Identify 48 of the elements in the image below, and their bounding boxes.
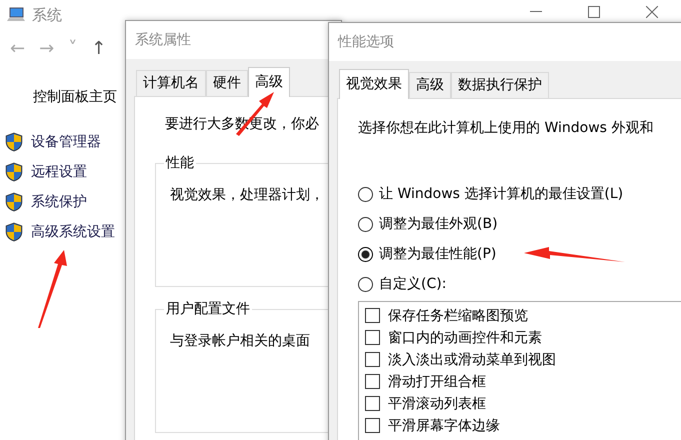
computer-icon: [6, 6, 26, 24]
checkbox-label[interactable]: 平滑屏幕字体边缘: [388, 416, 500, 434]
shield-icon: [5, 132, 23, 152]
sidebar-link[interactable]: 高级系统设置: [31, 223, 115, 241]
group-title: 用户配置文件: [164, 300, 252, 318]
radio-button[interactable]: [358, 216, 373, 232]
radio-button[interactable]: [358, 186, 373, 202]
checkbox-label[interactable]: 窗口内的动画控件和元素: [388, 328, 542, 346]
tab[interactable]: 高级: [409, 72, 451, 98]
shield-icon: [5, 162, 23, 182]
checkbox-label[interactable]: 淡入淡出或滑动菜单到视图: [388, 350, 556, 368]
window-title: 系统: [32, 6, 62, 24]
checkbox[interactable]: [365, 352, 380, 367]
maximize-icon[interactable]: [588, 6, 600, 18]
radio-button[interactable]: [358, 276, 373, 292]
tab[interactable]: 数据执行保护: [451, 72, 549, 98]
tab[interactable]: 视觉效果: [339, 69, 409, 99]
sidebar-link[interactable]: 设备管理器: [31, 133, 101, 151]
sidebar-link[interactable]: 远程设置: [31, 163, 87, 181]
group-text: 与登录帐户相关的桌面: [170, 332, 310, 350]
checkbox-label[interactable]: 保存任务栏缩略图预览: [388, 306, 528, 324]
tab[interactable]: 计算机名: [136, 70, 206, 96]
radio-label[interactable]: 调整为最佳性能(P): [379, 245, 496, 263]
tab[interactable]: 硬件: [206, 70, 248, 96]
group-text: 视觉效果，处理器计划，: [170, 186, 324, 204]
group-title: 性能: [164, 154, 196, 172]
dialog-title: 性能选项: [338, 33, 394, 51]
checkbox[interactable]: [365, 308, 380, 323]
radio-label[interactable]: 调整为最佳外观(B): [379, 215, 498, 233]
sidebar-link[interactable]: 系统保护: [31, 193, 87, 211]
dialog-title: 系统属性: [135, 31, 191, 49]
radio-label[interactable]: 让 Windows 选择计算机的最佳设置(L): [379, 185, 624, 203]
radio-button[interactable]: [358, 246, 373, 262]
up-button[interactable]: ↑: [91, 38, 106, 68]
checkbox[interactable]: [365, 396, 380, 411]
description-text: 选择你想在此计算机上使用的 Windows 外观和: [357, 119, 654, 137]
radio-label[interactable]: 自定义(C):: [379, 275, 446, 293]
checkbox[interactable]: [365, 330, 380, 345]
minimize-icon[interactable]: [530, 11, 542, 13]
home-link[interactable]: 控制面板主页: [33, 88, 117, 106]
checkbox[interactable]: [365, 418, 380, 433]
checkbox-label[interactable]: 平滑滚动列表框: [388, 394, 486, 412]
close-icon[interactable]: [646, 6, 658, 18]
shield-icon: [5, 192, 23, 212]
tab[interactable]: 高级: [248, 67, 290, 97]
checkbox-label[interactable]: 滑动打开组合框: [388, 372, 486, 390]
checkbox[interactable]: [365, 374, 380, 389]
shield-icon: [5, 222, 23, 242]
